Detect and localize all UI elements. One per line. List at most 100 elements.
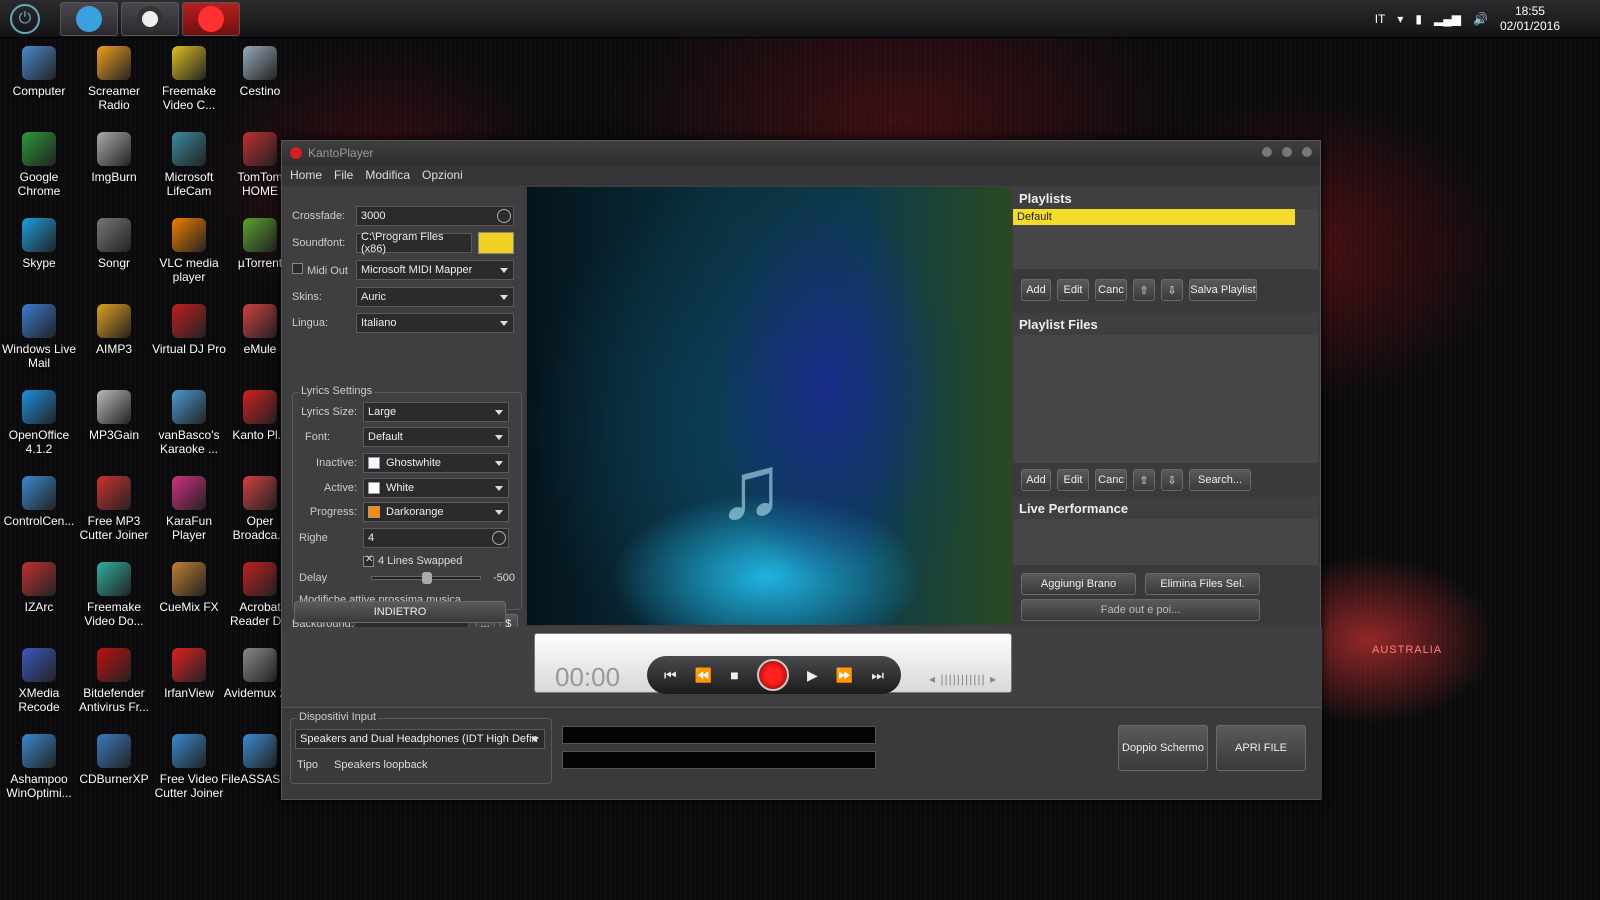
- spinner-icon[interactable]: [492, 531, 506, 545]
- righe-value: 4: [368, 532, 375, 544]
- desktop-icon[interactable]: Computer: [0, 46, 78, 98]
- delay-slider-thumb[interactable]: [422, 572, 432, 584]
- close-button[interactable]: [1302, 147, 1312, 157]
- input-device-value: Speakers and Dual Headphones (IDT High D…: [300, 733, 538, 745]
- lines-swapped-checkbox[interactable]: [363, 554, 374, 567]
- taskbar-app-3[interactable]: [182, 2, 240, 36]
- indietro-button[interactable]: INDIETRO: [294, 601, 506, 623]
- menu-opzioni[interactable]: Opzioni: [422, 168, 463, 182]
- desktop-icon[interactable]: vanBasco's Karaoke ...: [150, 390, 228, 456]
- arrow-up-icon[interactable]: ⇧: [1133, 279, 1155, 301]
- skip-start-icon[interactable]: ⏮: [664, 667, 677, 684]
- desktop-icon[interactable]: IZArc: [0, 562, 78, 614]
- battery-icon[interactable]: ▮: [1415, 12, 1422, 26]
- desktop-icon[interactable]: Cestino: [221, 46, 299, 98]
- skins-select[interactable]: Auric: [356, 287, 514, 307]
- desktop-icon[interactable]: IrfanView: [150, 648, 228, 700]
- desktop-icon[interactable]: Free Video Cutter Joiner: [150, 734, 228, 800]
- arrow-down-icon[interactable]: ⇩: [1161, 469, 1183, 491]
- desktop-icon[interactable]: CDBurnerXP: [75, 734, 153, 786]
- desktop-icon[interactable]: Freemake Video C...: [150, 46, 228, 112]
- skip-end-icon[interactable]: ⏭: [871, 667, 884, 684]
- play-icon[interactable]: ▶: [807, 667, 818, 684]
- desktop-icon[interactable]: CueMix FX: [150, 562, 228, 614]
- font-select[interactable]: Default: [363, 427, 509, 447]
- taskbar-app-2[interactable]: [121, 2, 179, 36]
- desktop-icon[interactable]: MP3Gain: [75, 390, 153, 442]
- lyrics-size-select[interactable]: Large: [363, 402, 509, 422]
- input-device-select[interactable]: Speakers and Dual Headphones (IDT High D…: [295, 729, 545, 749]
- soundfont-browse-button[interactable]: [478, 232, 514, 254]
- doppio-schermo-button[interactable]: Doppio Schermo: [1118, 725, 1208, 771]
- maximize-button[interactable]: [1282, 147, 1292, 157]
- salva-playlist-button[interactable]: Salva Playlist: [1189, 279, 1257, 301]
- playlist-files-list[interactable]: [1013, 335, 1318, 463]
- lingua-select[interactable]: Italiano: [356, 313, 514, 333]
- midiout-select[interactable]: Microsoft MIDI Mapper: [356, 260, 514, 280]
- arrow-down-icon[interactable]: ⇩: [1161, 279, 1183, 301]
- record-button[interactable]: [756, 659, 789, 691]
- playlist-item-default[interactable]: Default: [1013, 209, 1295, 225]
- desktop-icon[interactable]: AIMP3: [75, 304, 153, 356]
- playlist-canc-button[interactable]: Canc: [1095, 279, 1127, 301]
- desktop-icon[interactable]: ImgBurn: [75, 132, 153, 184]
- desktop-icon[interactable]: Virtual DJ Pro: [150, 304, 228, 356]
- spinner-icon[interactable]: [497, 209, 511, 223]
- desktop-icon[interactable]: Screamer Radio: [75, 46, 153, 112]
- apri-file-button[interactable]: APRI FILE: [1216, 725, 1306, 771]
- desktop-icon[interactable]: Free MP3 Cutter Joiner: [75, 476, 153, 542]
- desktop-icon[interactable]: Freemake Video Do...: [75, 562, 153, 628]
- crossfade-row: Crossfade: 3000: [292, 205, 518, 227]
- soundfont-input[interactable]: C:\Program Files (x86): [356, 231, 472, 255]
- desktop-icon[interactable]: XMedia Recode: [0, 648, 78, 714]
- files-edit-button[interactable]: Edit: [1057, 469, 1089, 491]
- stop-icon[interactable]: ■: [730, 667, 738, 683]
- playlist-add-button[interactable]: Add: [1021, 279, 1051, 301]
- clock[interactable]: 18:55 02/01/2016: [1500, 4, 1560, 34]
- minimize-button[interactable]: [1262, 147, 1272, 157]
- crossfade-input[interactable]: 3000: [356, 206, 514, 226]
- desktop-icon[interactable]: Windows Live Mail: [0, 304, 78, 370]
- desktop-icon[interactable]: Skype: [0, 218, 78, 270]
- desktop-icon[interactable]: VLC media player: [150, 218, 228, 284]
- aggiungi-brano-button[interactable]: Aggiungi Brano: [1021, 573, 1136, 595]
- live-performance-area: [1013, 519, 1318, 565]
- menu-modifica[interactable]: Modifica: [365, 168, 410, 182]
- rewind-icon[interactable]: ⏪: [695, 667, 712, 684]
- desktop-icon[interactable]: ControlCen...: [0, 476, 78, 528]
- desktop-icon[interactable]: OpenOffice 4.1.2: [0, 390, 78, 456]
- volume-slider[interactable]: ◂ ||||||||||| ▸: [929, 672, 997, 686]
- fade-out-button[interactable]: Fade out e poi...: [1021, 599, 1260, 621]
- desktop-icon[interactable]: Songr: [75, 218, 153, 270]
- app-icon: [243, 304, 277, 338]
- signal-icon[interactable]: ▂▄▆: [1434, 12, 1461, 26]
- files-add-button[interactable]: Add: [1021, 469, 1051, 491]
- delay-slider[interactable]: [371, 572, 481, 584]
- tray-expand-icon[interactable]: ▾: [1397, 12, 1403, 26]
- files-canc-button[interactable]: Canc: [1095, 469, 1127, 491]
- desktop-icon[interactable]: Bitdefender Antivirus Fr...: [75, 648, 153, 714]
- arrow-up-icon[interactable]: ⇧: [1133, 469, 1155, 491]
- language-indicator[interactable]: IT: [1375, 12, 1386, 26]
- inactive-color-select[interactable]: Ghostwhite: [363, 453, 509, 473]
- active-color-select[interactable]: White: [363, 478, 509, 498]
- fast-forward-icon[interactable]: ⏩: [836, 667, 853, 684]
- progress-color-select[interactable]: Darkorange: [363, 502, 509, 522]
- power-icon[interactable]: ⏻: [10, 4, 40, 34]
- menu-file[interactable]: File: [334, 168, 353, 182]
- playlist-edit-button[interactable]: Edit: [1057, 279, 1089, 301]
- desktop-icon[interactable]: Google Chrome: [0, 132, 78, 198]
- volume-icon[interactable]: 🔊: [1473, 12, 1488, 26]
- desktop-icon[interactable]: Ashampoo WinOptimi...: [0, 734, 78, 800]
- desktop-icon[interactable]: KaraFun Player: [150, 476, 228, 542]
- menu-home[interactable]: Home: [290, 168, 322, 182]
- tipo-row: Tipo Speakers loopback: [297, 759, 428, 771]
- elimina-files-button[interactable]: Elimina Files Sel.: [1145, 573, 1260, 595]
- taskbar-app-1[interactable]: [60, 2, 118, 36]
- playlists-list[interactable]: Default: [1013, 209, 1318, 269]
- righe-input[interactable]: 4: [363, 528, 509, 548]
- search-button[interactable]: Search...: [1189, 469, 1251, 491]
- desktop-icon[interactable]: Microsoft LifeCam: [150, 132, 228, 198]
- desktop-icon-label: Screamer Radio: [87, 84, 140, 112]
- midiout-checkbox[interactable]: [292, 263, 303, 274]
